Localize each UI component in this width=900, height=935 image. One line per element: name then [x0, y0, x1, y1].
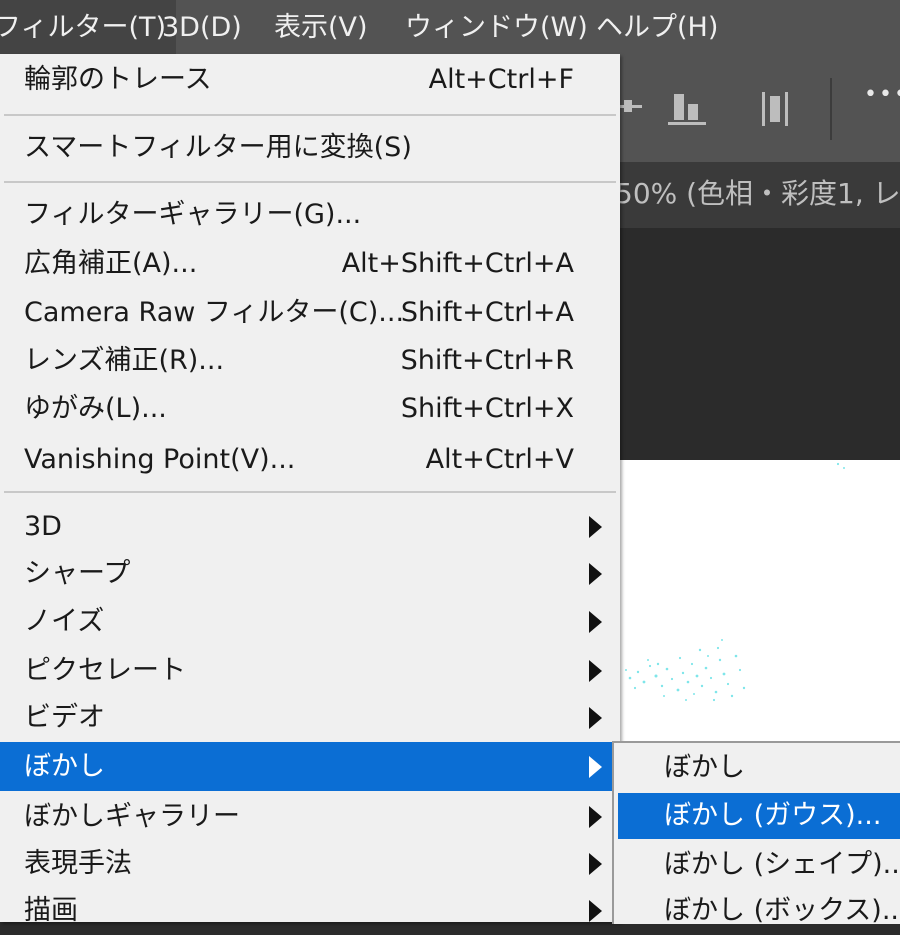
submenu-item-label: ぼかし (ボックス)...: [664, 895, 900, 926]
menu-item-label: 輪郭のトレース: [24, 64, 212, 95]
menu-separator: [4, 491, 616, 493]
align-bottom-icon[interactable]: [668, 90, 708, 128]
menu-item-shortcut: Alt+Shift+Ctrl+A: [341, 248, 574, 279]
menubar: フィルター(T) 3D(D) 表示(V) ウィンドウ(W) ヘルプ(H): [0, 0, 900, 54]
menu-item-label: ぼかし: [24, 751, 105, 782]
document-tab-strip: 50% (色相・彩度1, レイ: [615, 162, 900, 228]
submenu-arrow-icon: [589, 563, 602, 585]
submenu-arrow-icon: [589, 707, 602, 729]
submenu-arrow-icon: [589, 611, 602, 633]
submenu-arrow-icon: [589, 900, 602, 922]
menu-item-label: ぼかしギャラリー: [24, 801, 240, 832]
align-center-icon[interactable]: [760, 88, 792, 130]
menu-item-label: レンズ補正(R)...: [24, 345, 225, 376]
menu-item-label: Camera Raw フィルター(C)...: [24, 297, 405, 328]
menu-item-stylize[interactable]: 表現手法: [0, 839, 620, 888]
menu-item-render[interactable]: 描画: [0, 886, 620, 935]
menu-item-label: スマートフィルター用に変換(S): [24, 132, 412, 163]
menu-item-label: ノイズ: [24, 606, 105, 637]
menu-item-adaptive-wide-angle[interactable]: 広角補正(A)... Alt+Shift+Ctrl+A: [0, 239, 620, 288]
menu-item-label: Vanishing Point(V)...: [24, 444, 296, 475]
menu-item-label: 表現手法: [24, 848, 132, 879]
submenu-arrow-icon: [589, 853, 602, 875]
menu-item-label: フィルターギャラリー(G)...: [24, 199, 362, 230]
submenu-item-label: ぼかし (ガウス)...: [664, 800, 882, 831]
menu-item-label: ゆがみ(L)...: [24, 393, 167, 424]
submenu-arrow-icon: [589, 756, 602, 778]
submenu-item-blur[interactable]: ぼかし: [618, 745, 900, 791]
menu-window[interactable]: ウィンドウ(W): [405, 0, 588, 54]
menu-view[interactable]: 表示(V): [274, 0, 368, 54]
menu-item-shortcut: Shift+Ctrl+A: [400, 297, 574, 328]
submenu-item-box-blur[interactable]: ぼかし (ボックス)...: [618, 888, 900, 934]
menu-item-label: 描画: [24, 895, 78, 926]
submenu-arrow-icon: [589, 660, 602, 682]
submenu-item-shape-blur[interactable]: ぼかし (シェイプ)...: [618, 842, 900, 888]
menu-3d[interactable]: 3D(D): [162, 0, 242, 54]
menu-item-label: 広角補正(A)...: [24, 248, 198, 279]
menu-item-label: シャープ: [24, 558, 131, 589]
menu-item-shortcut: Alt+Ctrl+V: [425, 444, 574, 475]
menu-item-trace-contour[interactable]: 輪郭のトレース Alt+Ctrl+F: [0, 55, 620, 104]
document-tab-title[interactable]: 50% (色相・彩度1, レイ: [615, 172, 900, 212]
menu-item-filter-gallery[interactable]: フィルターギャラリー(G)...: [0, 190, 620, 239]
menu-item-vanishing-point[interactable]: Vanishing Point(V)... Alt+Ctrl+V: [0, 435, 620, 484]
menu-item-shortcut: Alt+Ctrl+F: [428, 64, 574, 95]
menu-item-label: ビデオ: [24, 702, 105, 733]
menu-item-shortcut: Shift+Ctrl+X: [400, 393, 574, 424]
filter-menu: 輪郭のトレース Alt+Ctrl+F スマートフィルター用に変換(S) フィルタ…: [0, 54, 620, 926]
blur-submenu: ぼかし ぼかし (ガウス)... ぼかし (シェイプ)... ぼかし (ボックス…: [612, 741, 900, 926]
menu-separator: [4, 114, 616, 116]
menu-filter[interactable]: フィルター(T): [0, 0, 177, 54]
options-bar: •••: [620, 54, 900, 162]
submenu-arrow-icon: [589, 806, 602, 828]
menu-help[interactable]: ヘルプ(H): [596, 0, 718, 54]
toolbar-divider: [830, 78, 832, 140]
menu-item-convert-smart-filter[interactable]: スマートフィルター用に変換(S): [0, 123, 620, 172]
menu-item-video[interactable]: ビデオ: [0, 693, 620, 742]
menu-item-3d[interactable]: 3D: [0, 502, 620, 551]
menu-item-lens-correction[interactable]: レンズ補正(R)... Shift+Ctrl+R: [0, 336, 620, 385]
menu-item-shortcut: Shift+Ctrl+R: [400, 345, 574, 376]
menu-item-pixelate[interactable]: ピクセレート: [0, 646, 620, 695]
menu-item-label: 3D: [24, 511, 62, 542]
menu-separator: [4, 181, 616, 183]
menu-item-liquify[interactable]: ゆがみ(L)... Shift+Ctrl+X: [0, 384, 620, 433]
submenu-item-label: ぼかし: [664, 752, 745, 783]
submenu-arrow-icon: [589, 516, 602, 538]
workspace-background: [620, 228, 900, 460]
submenu-item-label: ぼかし (シェイプ)...: [664, 849, 900, 880]
menu-item-noise[interactable]: ノイズ: [0, 597, 620, 646]
menu-item-camera-raw[interactable]: Camera Raw フィルター(C)... Shift+Ctrl+A: [0, 288, 620, 337]
more-icon[interactable]: •••: [864, 82, 900, 107]
menu-item-label: ピクセレート: [24, 655, 186, 686]
submenu-item-gaussian-blur[interactable]: ぼかし (ガウス)...: [618, 793, 900, 839]
menu-item-blur-gallery[interactable]: ぼかしギャラリー: [0, 792, 620, 841]
menu-item-sharpen[interactable]: シャープ: [0, 549, 620, 598]
distribute-icon[interactable]: [620, 90, 642, 126]
menu-item-blur[interactable]: ぼかし: [0, 742, 620, 791]
